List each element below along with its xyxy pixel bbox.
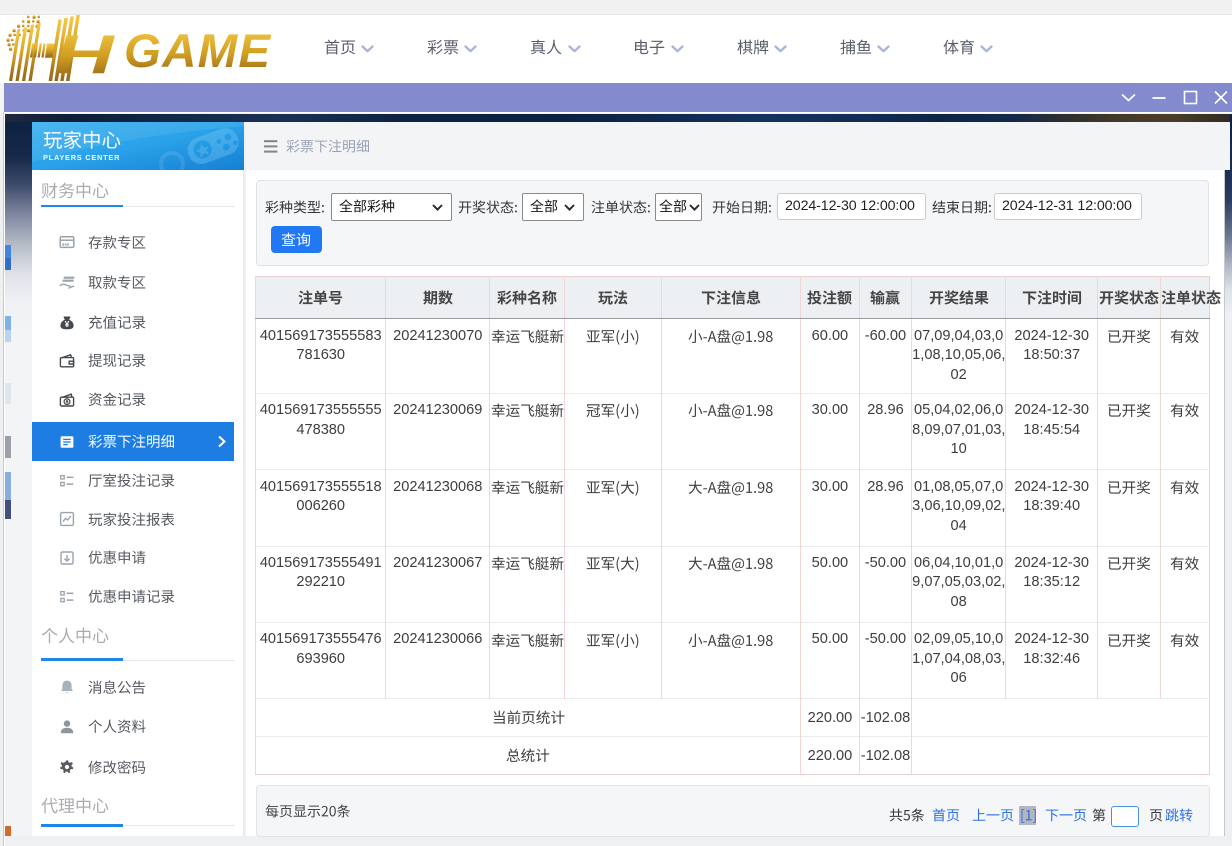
svg-text:¥: ¥ — [65, 399, 69, 405]
svg-text:¥: ¥ — [64, 319, 69, 329]
